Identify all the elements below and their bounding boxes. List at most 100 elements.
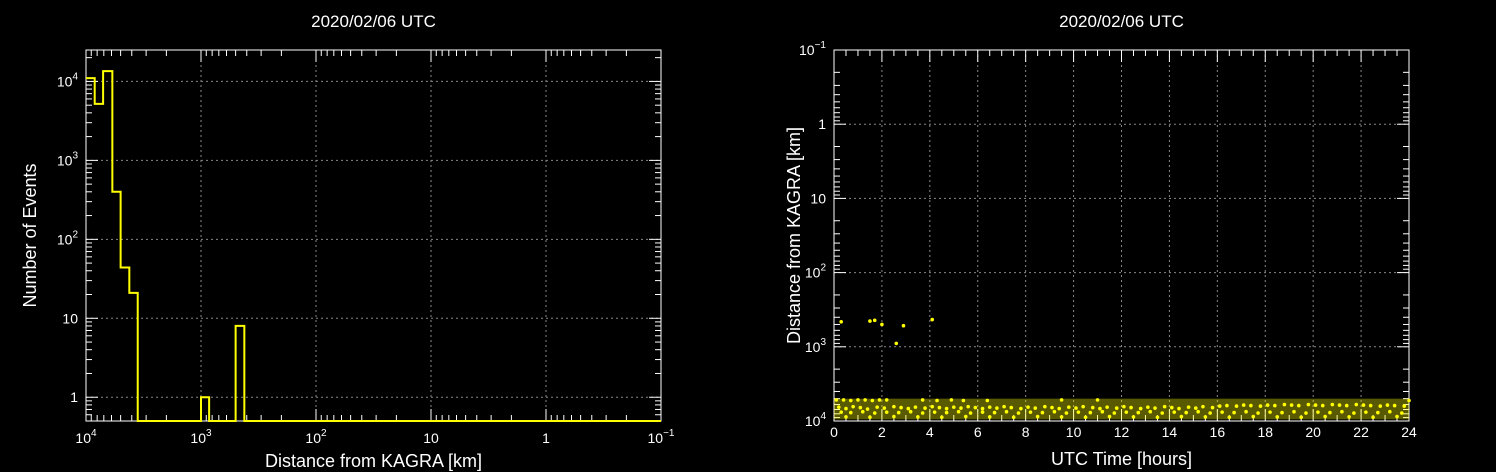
scatter-point xyxy=(985,398,990,403)
scatter-point xyxy=(1179,414,1184,419)
scatter-point xyxy=(1388,409,1392,414)
hist-x-axis-label: Distance from KAGRA [km] xyxy=(265,451,482,471)
scatter-point xyxy=(1340,409,1344,414)
scatter-point xyxy=(841,398,846,402)
scatter-point xyxy=(892,414,896,419)
scatter-point xyxy=(1217,404,1222,408)
hist-y-tick-label: 10 xyxy=(62,310,78,326)
scatter-point xyxy=(1227,415,1232,420)
scatter-point xyxy=(863,398,867,402)
scatter-point xyxy=(935,398,939,403)
scatter-point xyxy=(1016,411,1021,415)
scatter-point xyxy=(1026,405,1030,409)
scatter-point xyxy=(1177,406,1181,411)
scatter-point xyxy=(956,409,961,414)
scatter-point xyxy=(908,409,913,414)
scatter-point xyxy=(940,415,944,420)
scatter-point xyxy=(1265,403,1270,407)
scatter-point xyxy=(959,406,963,410)
scatter-point xyxy=(1385,403,1390,407)
scatter-point xyxy=(1081,404,1085,409)
scatter-point xyxy=(860,409,865,414)
hist-bar xyxy=(103,71,112,421)
scatter-point xyxy=(1371,415,1375,420)
scatter-point xyxy=(1282,402,1287,407)
scatter-point xyxy=(1083,415,1088,420)
scatter-point xyxy=(923,406,927,410)
scatter-point xyxy=(1095,398,1100,402)
scatter-title: 2020/02/06 UTC xyxy=(1059,12,1184,31)
scatter-point xyxy=(856,398,860,402)
hist-bar xyxy=(236,326,245,421)
hist-x-tick-label: 10−1 xyxy=(648,428,675,446)
scatter-point xyxy=(951,405,956,409)
hist-series-outline xyxy=(86,70,661,422)
scatter-point xyxy=(937,405,942,410)
scatter-point xyxy=(858,405,863,410)
scatter-point xyxy=(1400,411,1404,415)
scatter-point xyxy=(1234,404,1239,408)
scatter-point xyxy=(848,398,853,403)
scatter-point xyxy=(844,406,848,411)
scatter-point xyxy=(884,398,889,402)
hist-y-axis-label: Number of Events xyxy=(20,163,40,307)
scatter-point xyxy=(944,410,949,415)
scatter-y-tick-label: 10−1 xyxy=(799,40,826,58)
scatter-point xyxy=(1052,409,1057,414)
scatter-point xyxy=(1407,398,1411,403)
scatter-point xyxy=(992,410,997,415)
scatter-point xyxy=(1306,402,1311,407)
scatter-point xyxy=(1035,414,1040,419)
hist-title: 2020/02/06 UTC xyxy=(311,12,436,31)
scatter-point xyxy=(839,319,843,324)
scatter-y-tick-label: 1 xyxy=(818,116,826,132)
scatter-x-tick-label: 10 xyxy=(1066,424,1082,440)
scatter-point xyxy=(1368,403,1373,408)
scatter-point xyxy=(1098,406,1102,411)
scatter-y-tick-label: 103 xyxy=(805,337,827,355)
scatter-y-tick-label: 102 xyxy=(805,263,827,281)
scatter-point xyxy=(1088,410,1093,415)
scatter-point xyxy=(896,410,901,415)
scatter-point xyxy=(1337,403,1342,407)
scatter-point xyxy=(1040,410,1045,415)
scatter-point xyxy=(1352,411,1356,415)
scatter-density-band xyxy=(834,398,1409,420)
scatter-point xyxy=(987,405,992,409)
scatter-point xyxy=(916,415,920,419)
scatter-point xyxy=(865,407,870,411)
scatter-point xyxy=(1138,406,1143,411)
scatter-point xyxy=(901,323,906,328)
scatter-point xyxy=(1258,404,1263,408)
scatter-point xyxy=(894,341,899,346)
hist-y-tick-label: 1 xyxy=(70,389,78,405)
scatter-point xyxy=(1033,406,1038,410)
scatter-point xyxy=(906,406,911,411)
scatter-point xyxy=(880,322,884,327)
scatter-x-tick-label: 12 xyxy=(1114,424,1130,440)
scatter-point xyxy=(1347,415,1351,419)
scatter-point xyxy=(1361,403,1366,407)
scatter-point xyxy=(1114,406,1119,410)
scatter-point xyxy=(1004,409,1009,414)
scatter-point xyxy=(1146,405,1150,409)
scatter-point xyxy=(1155,415,1160,420)
scatter-point xyxy=(920,398,925,402)
scatter-point xyxy=(1136,410,1141,415)
scatter-point xyxy=(1313,403,1318,407)
hist-x-tick-label: 102 xyxy=(305,428,327,446)
scatter-point xyxy=(1193,406,1198,410)
scatter-point xyxy=(1002,404,1006,409)
scatter-point xyxy=(1354,402,1359,407)
scatter-point xyxy=(1050,405,1054,410)
scatter-point xyxy=(1402,404,1407,408)
scatter-point xyxy=(961,398,966,403)
scatter-point xyxy=(875,405,879,409)
hist-x-tick-label: 1 xyxy=(542,430,550,446)
scatter-point xyxy=(1196,409,1200,414)
scatter-point xyxy=(968,411,973,415)
scatter-point xyxy=(899,405,903,410)
scatter-point xyxy=(1392,403,1397,408)
scatter-point xyxy=(1323,414,1327,419)
scatter-point xyxy=(1378,404,1383,408)
